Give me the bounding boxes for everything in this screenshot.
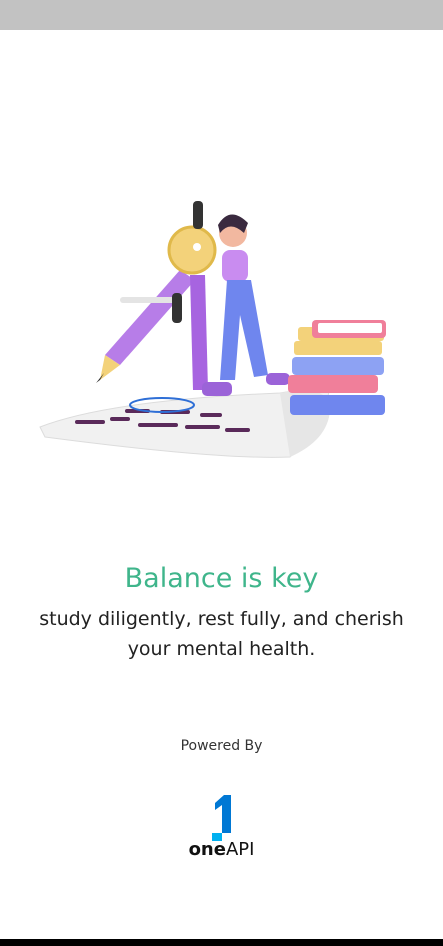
study-illustration — [39, 201, 386, 458]
brand-name-api: API — [225, 839, 255, 860]
status-bar — [0, 0, 443, 30]
oneapi-logo-mark — [212, 795, 231, 841]
powered-by-label: Powered By — [180, 738, 263, 754]
brand-name-one: one — [188, 839, 226, 860]
navigation-bar — [0, 939, 443, 946]
subtitle: study diligently, rest fully, and cheris… — [39, 608, 404, 660]
headline: Balance is key — [124, 563, 319, 594]
oneapi-logo-text: oneAPI — [0, 839, 443, 860]
